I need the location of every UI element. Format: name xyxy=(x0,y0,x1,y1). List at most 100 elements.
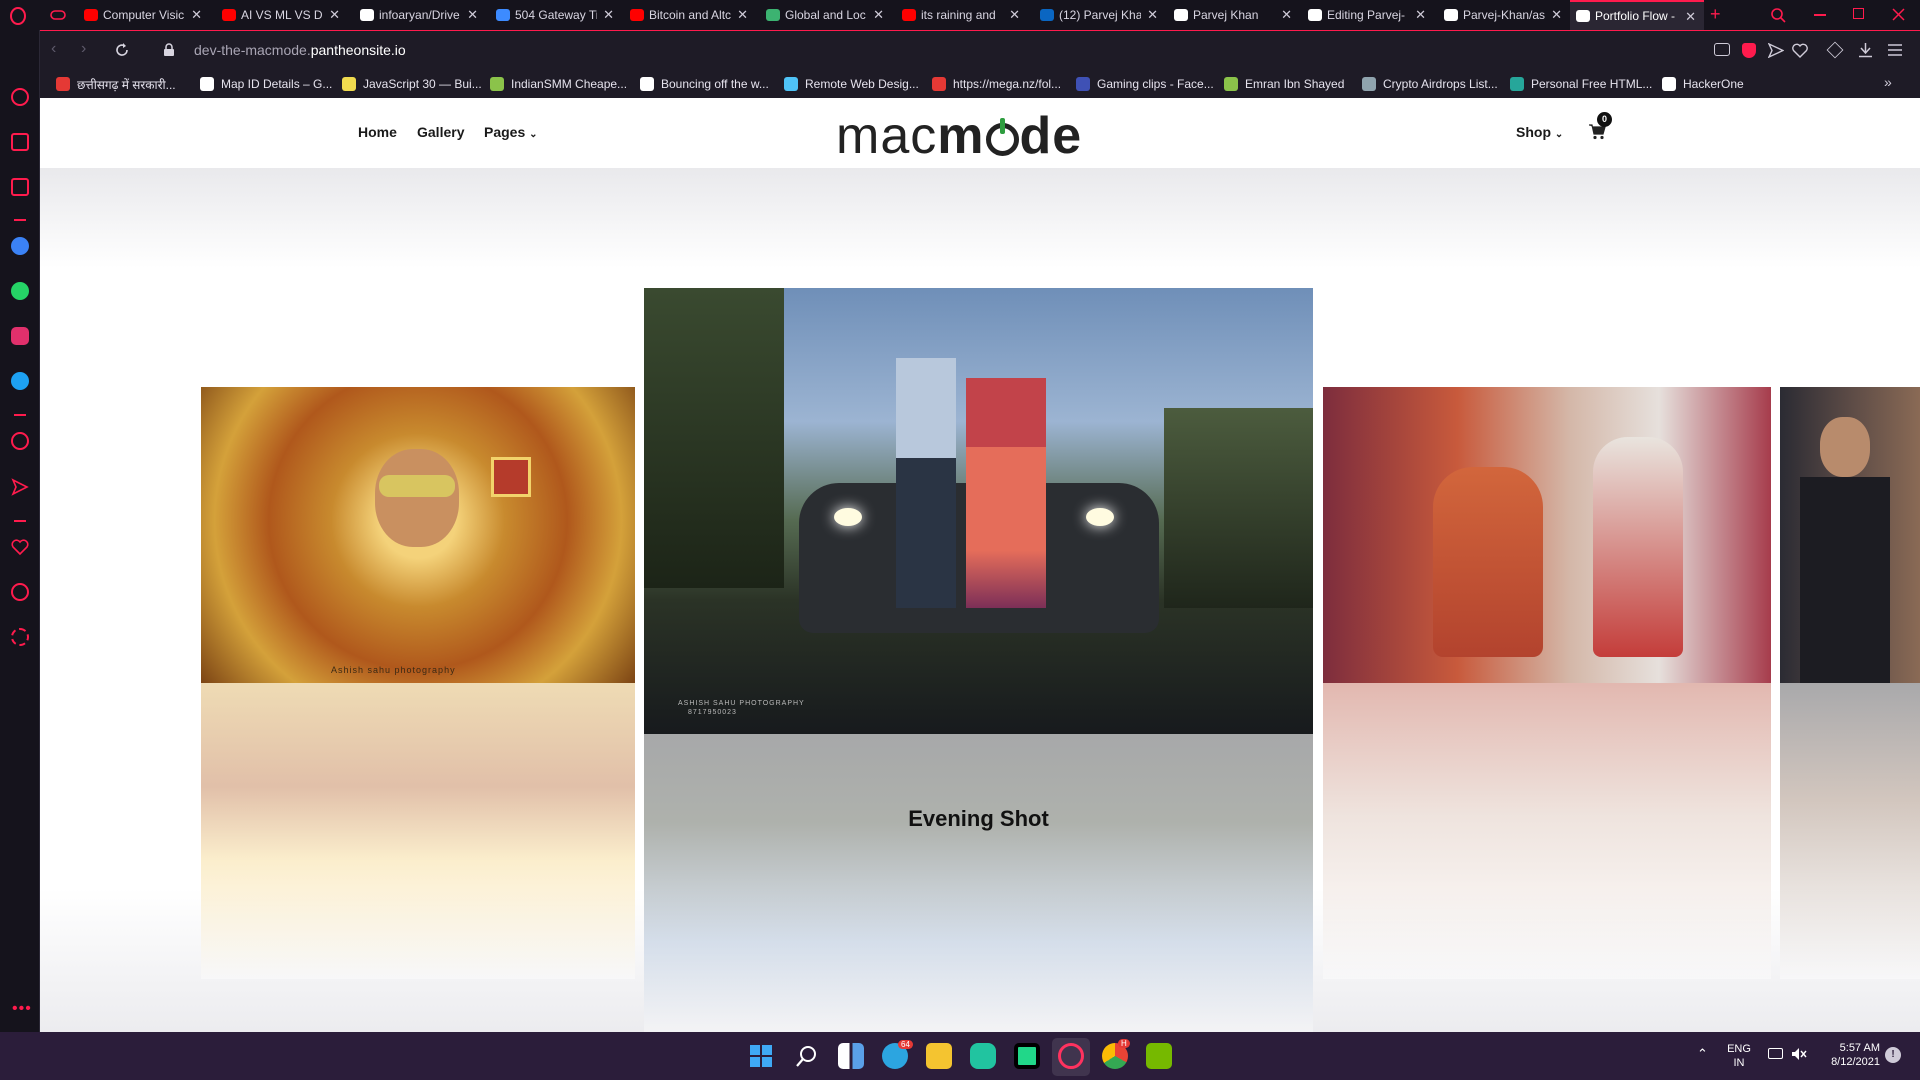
language-code: ENG xyxy=(1727,1043,1751,1055)
gallery-photo-evening-shot[interactable]: ASHISH SAHU PHOTOGRAPHY 8717950023 xyxy=(644,288,1313,734)
pycharm-icon[interactable] xyxy=(1014,1043,1040,1069)
adblock-shield-icon[interactable] xyxy=(1742,43,1756,58)
send-icon[interactable] xyxy=(11,478,29,496)
nvidia-icon[interactable] xyxy=(1146,1043,1172,1069)
history-clock-icon[interactable] xyxy=(11,583,29,601)
minimize-window-button[interactable] xyxy=(1814,14,1826,16)
share-send-icon[interactable] xyxy=(1768,43,1784,58)
browser-tab[interactable]: Parvej Khan ✕ xyxy=(1168,0,1300,30)
tab-close-icon[interactable]: ✕ xyxy=(1551,7,1562,23)
back-arrow-icon[interactable]: ‹ xyxy=(51,40,56,58)
gamepad-icon[interactable] xyxy=(50,9,66,21)
more-options-icon[interactable]: ••• xyxy=(12,1000,32,1018)
bookmark-item[interactable]: छत्तीसगढ़ में सरकारी... xyxy=(56,75,176,93)
url-field[interactable]: dev-the-macmode.pantheonsite.io xyxy=(194,42,406,58)
speed-dial-icon[interactable] xyxy=(11,88,29,106)
bookmark-label: Crypto Airdrops List... xyxy=(1383,77,1498,91)
messenger-icon[interactable] xyxy=(11,237,29,255)
browser-tab[interactable]: its raining and ✕ xyxy=(896,0,1028,30)
tab-close-icon[interactable]: ✕ xyxy=(737,7,748,23)
nav-home-link[interactable]: Home xyxy=(358,124,397,140)
restore-window-button[interactable] xyxy=(1853,8,1864,19)
tab-close-icon[interactable]: ✕ xyxy=(1009,7,1020,23)
nav-pages-link[interactable]: Pages ⌄ xyxy=(484,124,538,140)
bookmark-item[interactable]: https://mega.nz/fol... xyxy=(932,75,1061,93)
forward-arrow-icon[interactable]: › xyxy=(81,40,86,58)
snapshot-camera-icon[interactable] xyxy=(1714,43,1730,56)
browser-tab[interactable]: Portfolio Flow - ✕ xyxy=(1570,0,1704,30)
bookmark-item[interactable]: Gaming clips - Face... xyxy=(1076,75,1214,93)
twitter-icon[interactable] xyxy=(11,372,29,390)
tab-title: Bitcoin and Altc xyxy=(649,8,731,22)
gallery-photo-suit[interactable] xyxy=(1780,387,1920,683)
heart-icon[interactable] xyxy=(11,538,29,556)
whatsapp-icon[interactable] xyxy=(11,282,29,300)
nav-gallery-link[interactable]: Gallery xyxy=(417,124,464,140)
twitch-icon[interactable] xyxy=(11,178,29,196)
bookmark-item[interactable]: Bouncing off the w... xyxy=(640,75,769,93)
network-icon[interactable] xyxy=(1768,1048,1783,1059)
task-view-icon[interactable] xyxy=(838,1043,864,1069)
bookmark-item[interactable]: Map ID Details – G... xyxy=(200,75,332,93)
lock-icon[interactable] xyxy=(163,43,175,57)
reload-icon[interactable] xyxy=(115,43,130,58)
tab-close-icon[interactable]: ✕ xyxy=(191,7,202,23)
easy-setup-menu-icon[interactable] xyxy=(1888,44,1902,56)
tab-title: Editing Parvej- xyxy=(1327,8,1406,22)
store-app-icon[interactable] xyxy=(970,1043,996,1069)
bookmark-item[interactable]: JavaScript 30 — Bui... xyxy=(342,75,482,93)
clock[interactable]: 5:57 AM 8/12/2021 xyxy=(1820,1041,1880,1069)
browser-tab[interactable]: 504 Gateway Ti ✕ xyxy=(490,0,622,30)
browser-tab[interactable]: infoaryan/Drive ✕ xyxy=(354,0,486,30)
bookmark-item[interactable]: Crypto Airdrops List... xyxy=(1362,75,1498,93)
windows-start-icon[interactable] xyxy=(750,1045,772,1067)
nav-shop-link[interactable]: Shop ⌄ xyxy=(1516,124,1563,140)
more-bookmarks-chevron-icon[interactable]: » xyxy=(1884,74,1892,90)
browser-tab[interactable]: Bitcoin and Altc ✕ xyxy=(624,0,756,30)
workspaces-icon[interactable] xyxy=(11,133,29,151)
tab-close-icon[interactable]: ✕ xyxy=(1147,7,1158,23)
new-tab-plus-icon[interactable]: + xyxy=(1710,4,1721,25)
browser-tab[interactable]: Global and Loc ✕ xyxy=(760,0,892,30)
bookmark-item[interactable]: Personal Free HTML... xyxy=(1510,75,1652,93)
file-explorer-icon[interactable] xyxy=(926,1043,952,1069)
settings-gear-icon[interactable] xyxy=(11,628,29,646)
browser-tab[interactable]: Parvej-Khan/as ✕ xyxy=(1438,0,1570,30)
tab-close-icon[interactable]: ✕ xyxy=(467,7,478,23)
browser-tab[interactable]: Computer Visic ✕ xyxy=(78,0,210,30)
nav-shop-label: Shop xyxy=(1516,124,1551,140)
bookmark-label: Emran Ibn Shayed xyxy=(1245,77,1345,91)
tab-close-icon[interactable]: ✕ xyxy=(1281,7,1292,23)
notification-icon[interactable]: ! xyxy=(1885,1047,1901,1063)
tab-close-icon[interactable]: ✕ xyxy=(873,7,884,23)
bookmark-item[interactable]: Emran Ibn Shayed xyxy=(1224,75,1344,93)
search-icon[interactable] xyxy=(795,1044,819,1068)
tab-close-icon[interactable]: ✕ xyxy=(329,7,340,23)
instagram-icon[interactable] xyxy=(11,327,29,345)
sidebar-divider xyxy=(14,219,26,221)
bookmark-item[interactable]: IndianSMM Cheape... xyxy=(490,75,627,93)
browser-tab[interactable]: AI VS ML VS DI ✕ xyxy=(216,0,348,30)
bookmark-item[interactable]: HackerOne xyxy=(1662,75,1744,93)
bookmark-favicon-icon xyxy=(200,77,214,91)
player-icon[interactable] xyxy=(11,432,29,450)
language-indicator[interactable]: ENG IN xyxy=(1724,1042,1754,1070)
bookmark-item[interactable]: Remote Web Desig... xyxy=(784,75,919,93)
search-tabs-icon[interactable] xyxy=(1770,7,1786,23)
favorite-heart-icon[interactable] xyxy=(1792,43,1808,58)
tab-close-icon[interactable]: ✕ xyxy=(1415,7,1426,23)
gallery-photo-haldi[interactable]: Ashish sahu photography xyxy=(201,387,635,683)
show-hidden-icons-chevron[interactable]: ⌃ xyxy=(1697,1046,1708,1062)
site-logo[interactable]: macm de xyxy=(836,110,1082,162)
download-icon[interactable] xyxy=(1858,42,1873,58)
extensions-cube-icon[interactable] xyxy=(1826,41,1844,59)
tab-close-icon[interactable]: ✕ xyxy=(1685,9,1696,25)
windows-taskbar: 64 H ⌃ ENG IN 5:57 AM 8/12/2021 ! xyxy=(0,1032,1920,1080)
opera-logo-icon[interactable] xyxy=(9,7,27,25)
tab-close-icon[interactable]: ✕ xyxy=(603,7,614,23)
gallery-photo-wedding-ritual[interactable] xyxy=(1323,387,1771,683)
speaker-muted-icon[interactable] xyxy=(1791,1047,1807,1061)
browser-tab[interactable]: (12) Parvej Kha ✕ xyxy=(1034,0,1166,30)
browser-tab[interactable]: Editing Parvej- ✕ xyxy=(1302,0,1434,30)
close-window-button[interactable] xyxy=(1892,8,1905,21)
